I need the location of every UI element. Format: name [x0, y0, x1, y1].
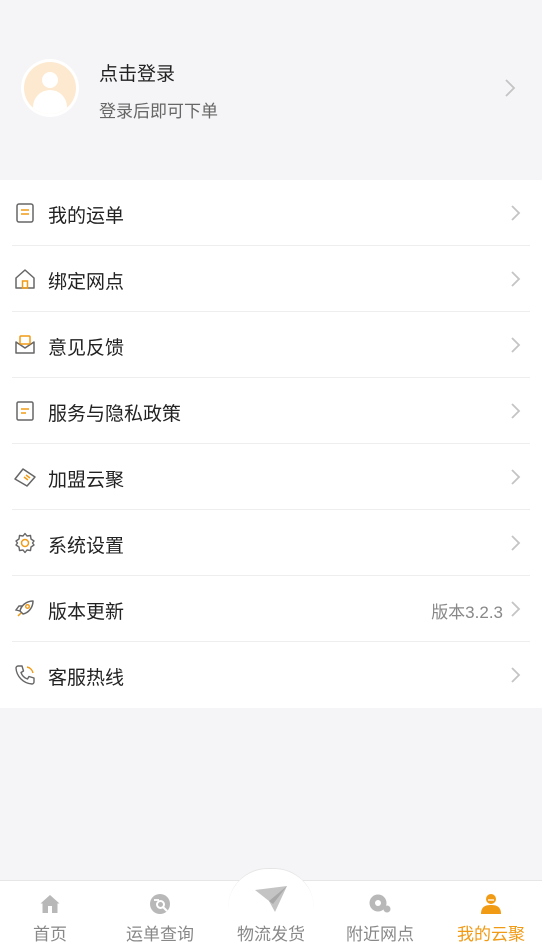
menu-item-system-settings[interactable]: 系统设置: [0, 510, 542, 576]
chevron-right-icon: [511, 271, 521, 287]
tab-label: 物流发货: [237, 925, 305, 942]
home-icon: [40, 895, 60, 913]
menu-item-bind-outlet[interactable]: 绑定网点: [0, 246, 542, 312]
rocket-icon: [14, 600, 34, 617]
menu-item-label: 客服热线: [48, 668, 125, 689]
tab-my-yunju[interactable]: 我的云聚: [437, 880, 542, 942]
menu-item-label: 绑定网点: [48, 272, 125, 293]
login-subtitle: 登录后即可下单: [99, 102, 218, 121]
menu-item-customer-hotline[interactable]: 客服热线: [0, 642, 542, 708]
menu-item-label: 版本更新: [48, 602, 125, 623]
tab-label: 首页: [33, 925, 67, 942]
tab-nearby-outlets[interactable]: 附近网点: [326, 880, 434, 942]
home-icon: [15, 269, 35, 289]
tab-ship-goods[interactable]: 物流发货: [217, 880, 325, 942]
menu-item-label: 系统设置: [48, 536, 125, 557]
paper-plane-icon: [255, 886, 287, 912]
chevron-right-icon: [511, 601, 521, 617]
tab-waybill-query[interactable]: 运单查询: [106, 880, 214, 942]
tab-label: 附近网点: [346, 925, 414, 942]
receipt-icon: [16, 203, 34, 223]
chevron-right-icon: [511, 469, 521, 485]
default-user-avatar-icon: [24, 62, 76, 114]
location-icon: [369, 894, 391, 913]
profile-header[interactable]: 点击登录 登录后即可下单: [0, 0, 542, 180]
user-icon: [481, 894, 501, 914]
version-value: 版本3.2.3: [431, 603, 503, 622]
menu-item-label: 服务与隐私政策: [48, 404, 182, 425]
chevron-right-icon: [511, 535, 521, 551]
search-waybill-icon: [150, 894, 170, 914]
chevron-right-icon: [511, 403, 521, 419]
chevron-right-icon: [511, 205, 521, 221]
tab-label: 我的云聚: [457, 925, 525, 942]
menu-item-join[interactable]: 加盟云聚: [0, 444, 542, 510]
chevron-right-icon: [511, 337, 521, 353]
tab-label: 运单查询: [126, 925, 194, 942]
menu-item-label: 加盟云聚: [48, 470, 125, 491]
chevron-right-icon: [505, 79, 516, 97]
document-icon: [16, 401, 34, 421]
tab-home[interactable]: 首页: [0, 880, 104, 942]
menu-item-label: 我的运单: [48, 206, 125, 227]
menu-item-version-update[interactable]: 版本更新 版本3.2.3: [0, 576, 542, 642]
menu-item-my-waybills[interactable]: 我的运单: [0, 180, 542, 246]
chevron-right-icon: [511, 667, 521, 683]
avatar[interactable]: [21, 59, 79, 117]
phone-icon: [15, 665, 35, 685]
login-title[interactable]: 点击登录: [99, 59, 175, 86]
menu-item-label: 意见反馈: [48, 338, 125, 359]
settings-menu: 我的运单 绑定网点 意见反馈 服务与隐私政策 加盟云聚 系统设置 版本更新 版本…: [0, 180, 542, 708]
handshake-icon: [14, 468, 36, 487]
menu-item-feedback[interactable]: 意见反馈: [0, 312, 542, 378]
menu-item-privacy-policy[interactable]: 服务与隐私政策: [0, 378, 542, 444]
gear-icon: [15, 532, 35, 554]
feedback-mail-icon: [15, 335, 35, 354]
